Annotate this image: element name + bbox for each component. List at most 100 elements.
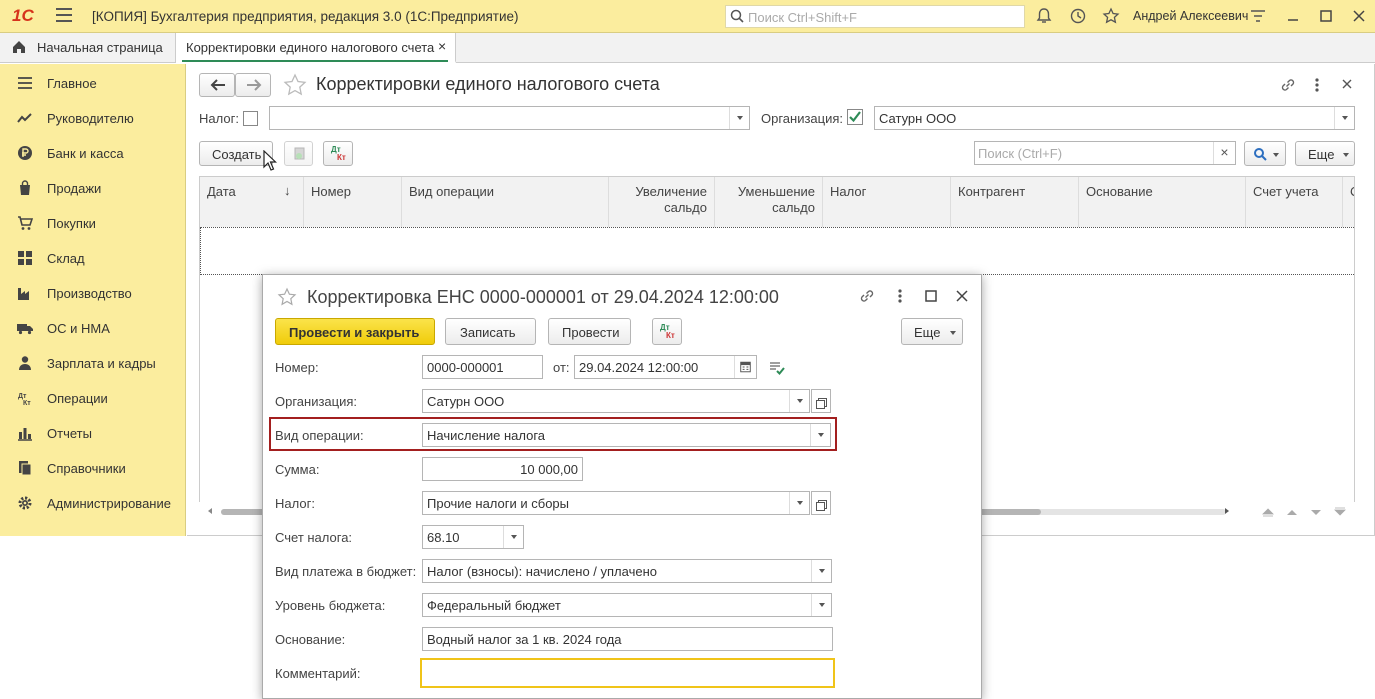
- sidebar-item-bank[interactable]: Банк и касса: [0, 135, 186, 170]
- column-number[interactable]: Номер: [304, 177, 402, 227]
- calendar-icon[interactable]: [734, 356, 756, 378]
- close-window-icon[interactable]: [1350, 7, 1368, 25]
- organization-select[interactable]: Сатурн ООО: [422, 389, 810, 413]
- search-icon: [1254, 148, 1267, 161]
- user-name[interactable]: Андрей Алексеевич: [1133, 9, 1248, 23]
- basis-input[interactable]: Водный налог за 1 кв. 2024 года: [422, 627, 833, 651]
- sidebar-item-manager[interactable]: Руководителю: [0, 100, 186, 135]
- comment-label: Комментарий:: [275, 666, 361, 681]
- main-menu-icon[interactable]: [56, 8, 72, 22]
- budget-level-select[interactable]: Федеральный бюджет: [422, 593, 832, 617]
- post-and-close-button[interactable]: Провести и закрыть: [275, 318, 435, 345]
- chevron-down-icon[interactable]: [789, 492, 809, 514]
- chevron-down-icon[interactable]: [811, 594, 831, 616]
- column-increase[interactable]: Увеличение сальдо: [609, 177, 715, 227]
- global-search-input[interactable]: Поиск Ctrl+Shift+F: [725, 5, 1025, 28]
- close-form-icon[interactable]: [1340, 77, 1354, 91]
- clear-search-icon[interactable]: ×: [1213, 142, 1235, 164]
- bell-icon[interactable]: [1035, 7, 1053, 25]
- column-tax[interactable]: Налог: [823, 177, 951, 227]
- tab-close-icon[interactable]: ×: [438, 38, 446, 54]
- sidebar-item-main[interactable]: Главное: [0, 65, 186, 100]
- favorite-star-icon[interactable]: [277, 287, 297, 307]
- chevron-down-icon[interactable]: [729, 107, 749, 129]
- sidebar-item-operations[interactable]: Дт Кт Операции: [0, 380, 186, 415]
- org-filter-label: Организация:: [761, 111, 844, 126]
- search-options-button[interactable]: [1244, 141, 1286, 166]
- tax-filter-select[interactable]: [269, 106, 750, 130]
- favorite-star-icon[interactable]: [283, 73, 307, 97]
- sidebar-item-salary[interactable]: Зарплата и кадры: [0, 345, 186, 380]
- table-row[interactable]: [200, 227, 1354, 275]
- sidebar-item-reports[interactable]: Отчеты: [0, 415, 186, 450]
- list-search-input[interactable]: Поиск (Ctrl+F) ×: [974, 141, 1236, 165]
- bar-chart-icon: [18, 428, 32, 441]
- sidebar-item-admin[interactable]: Администрирование: [0, 485, 186, 520]
- column-date[interactable]: Дата ↓: [200, 177, 304, 227]
- sidebar-item-warehouse[interactable]: Склад: [0, 240, 186, 275]
- row-navigation-icons[interactable]: [1257, 504, 1353, 520]
- dt-kt-button[interactable]: Дт Кт: [652, 318, 682, 345]
- chevron-down-icon[interactable]: [503, 526, 523, 548]
- open-tax-icon[interactable]: [811, 491, 831, 515]
- chevron-down-icon[interactable]: [811, 560, 831, 582]
- amount-input[interactable]: 10 000,00: [422, 457, 583, 481]
- sidebar-item-catalogs[interactable]: Справочники: [0, 450, 186, 485]
- chevron-down-icon[interactable]: [810, 424, 830, 446]
- settings-menu-icon[interactable]: [1249, 7, 1267, 25]
- tax-filter-checkbox[interactable]: [243, 111, 258, 126]
- column-decrease[interactable]: Уменьшение сальдо: [715, 177, 823, 227]
- column-label: Уменьшение сальдо: [737, 184, 815, 215]
- column-extra[interactable]: С: [1343, 177, 1354, 227]
- tax-account-label: Счет налога:: [275, 530, 353, 545]
- sidebar-item-label: Операции: [47, 391, 108, 406]
- checkmark-icon[interactable]: [847, 109, 863, 125]
- column-counterparty[interactable]: Контрагент: [951, 177, 1079, 227]
- post-button[interactable]: Провести: [548, 318, 631, 345]
- maximize-icon[interactable]: [1317, 7, 1335, 25]
- payment-type-select[interactable]: Налог (взносы): начислено / уплачено: [422, 559, 832, 583]
- dialog-more-button[interactable]: Еще: [901, 318, 963, 345]
- chevron-down-icon[interactable]: [1334, 107, 1354, 129]
- comment-input[interactable]: [420, 658, 835, 688]
- tab-home[interactable]: Начальная страница: [0, 33, 176, 62]
- date-input[interactable]: 29.04.2024 12:00:00: [574, 355, 757, 379]
- dt-kt-button[interactable]: Дт Кт: [323, 141, 353, 166]
- close-dialog-icon[interactable]: [955, 289, 969, 303]
- more-dots-icon[interactable]: [1310, 76, 1324, 94]
- back-button[interactable]: [199, 73, 235, 97]
- link-icon[interactable]: [858, 287, 876, 305]
- sidebar-item-production[interactable]: Производство: [0, 275, 186, 310]
- open-organization-icon[interactable]: [811, 389, 831, 413]
- number-input[interactable]: 0000-000001: [422, 355, 543, 379]
- history-icon[interactable]: [1069, 7, 1087, 25]
- copy-button[interactable]: [284, 141, 313, 166]
- sidebar-item-fixed-assets[interactable]: ОС и НМА: [0, 310, 186, 345]
- column-account[interactable]: Счет учета: [1246, 177, 1343, 227]
- minimize-icon[interactable]: [1284, 7, 1302, 25]
- sidebar-item-sales[interactable]: Продажи: [0, 170, 186, 205]
- document-check-icon[interactable]: [768, 360, 786, 376]
- sidebar-item-label: Отчеты: [47, 426, 92, 441]
- person-icon: [19, 356, 31, 370]
- org-filter-select[interactable]: Сатурн ООО: [874, 106, 1355, 130]
- more-dots-icon[interactable]: [893, 287, 907, 305]
- column-operation[interactable]: Вид операции: [402, 177, 609, 227]
- tax-account-select[interactable]: 68.10: [422, 525, 524, 549]
- forward-button[interactable]: [235, 73, 271, 97]
- column-label: Контрагент: [958, 184, 1026, 199]
- scroll-right-icon[interactable]: [1225, 508, 1229, 514]
- chevron-down-icon[interactable]: [789, 390, 809, 412]
- tax-select[interactable]: Прочие налоги и сборы: [422, 491, 810, 515]
- sidebar-item-purchases[interactable]: Покупки: [0, 205, 186, 240]
- operation-type-select[interactable]: Начисление налога: [422, 423, 831, 447]
- scroll-left-icon[interactable]: [208, 508, 212, 514]
- save-button[interactable]: Записать: [445, 318, 536, 345]
- column-basis[interactable]: Основание: [1079, 177, 1246, 227]
- link-icon[interactable]: [1279, 76, 1297, 94]
- maximize-icon[interactable]: [924, 289, 938, 303]
- tab-ens-corrections[interactable]: Корректировки единого налогового счета ×: [176, 33, 456, 63]
- column-label: Налог: [830, 184, 867, 199]
- list-more-button[interactable]: Еще: [1295, 141, 1355, 166]
- favorites-star-icon[interactable]: [1102, 7, 1120, 25]
